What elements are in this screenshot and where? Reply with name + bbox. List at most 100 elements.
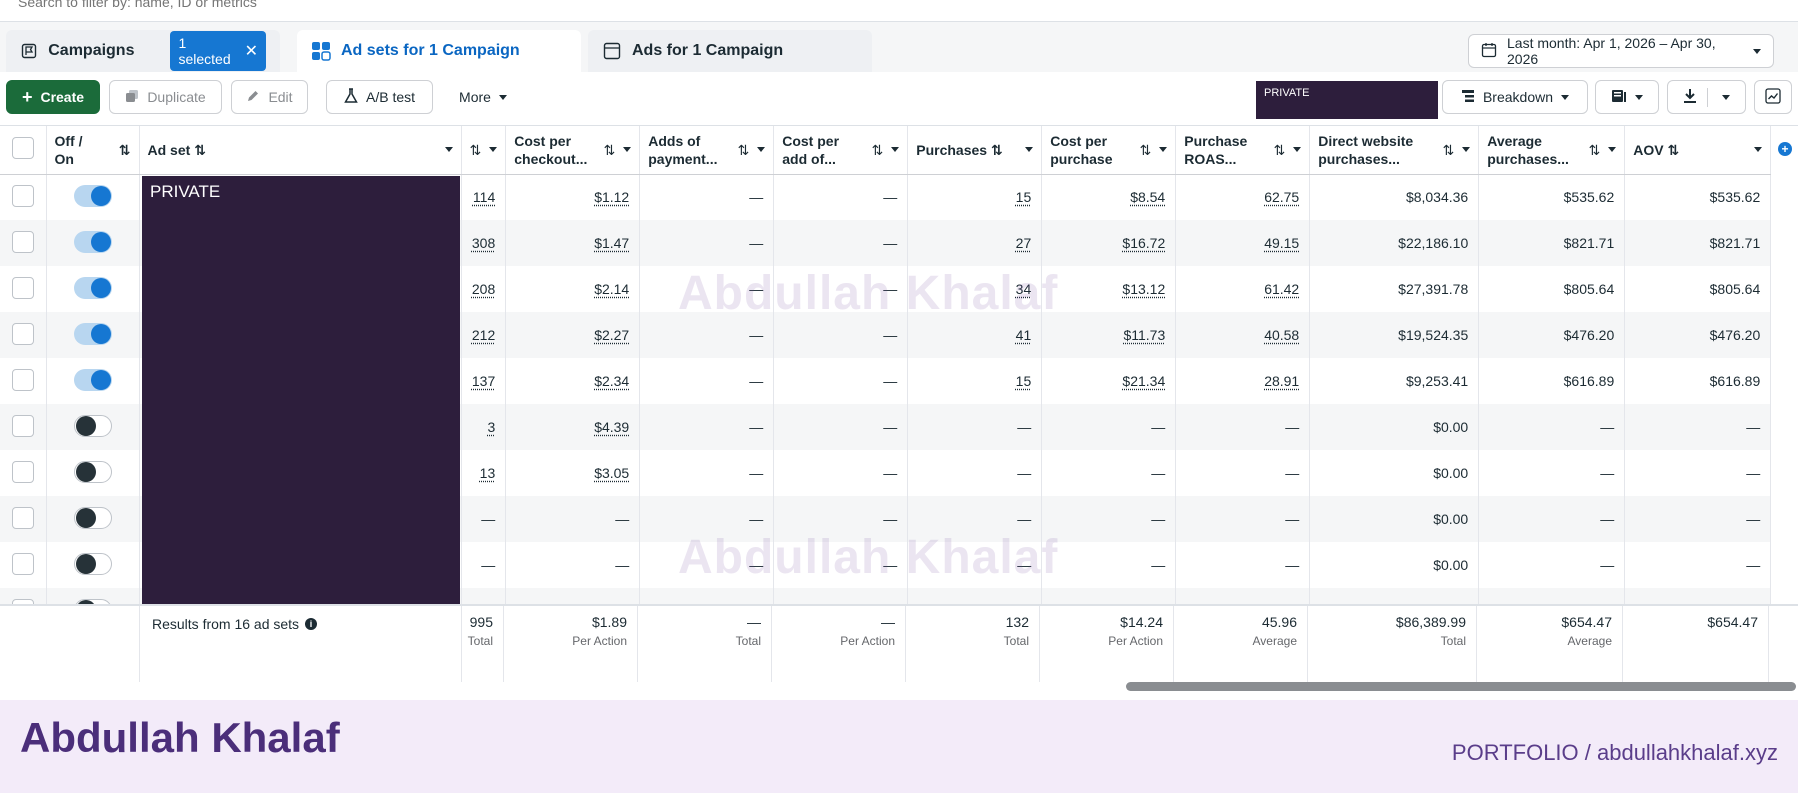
more-label: More	[459, 89, 491, 105]
ab-test-button[interactable]: A/B test	[326, 80, 433, 114]
delivery-toggle[interactable]	[73, 414, 112, 437]
chevron-down-icon[interactable]	[1159, 147, 1168, 153]
metric-cell: —	[639, 450, 775, 496]
selected-chip[interactable]: 1 selected ✕	[170, 31, 266, 71]
delivery-toggle[interactable]	[73, 184, 112, 207]
sort-icon[interactable]: ⇅	[1667, 142, 1679, 158]
col-aov[interactable]: AOV ⇅	[1624, 126, 1772, 175]
duplicate-button[interactable]: Duplicate	[109, 80, 222, 114]
sort-icon[interactable]: ⇅	[991, 142, 1003, 158]
chevron-down-icon[interactable]	[1025, 147, 1034, 153]
sort-icon[interactable]: ⇅	[1443, 141, 1455, 159]
delivery-toggle[interactable]	[73, 506, 112, 529]
chevron-down-icon[interactable]	[1754, 147, 1763, 153]
horizontal-scrollbar[interactable]	[1126, 682, 1796, 691]
col-cost-checkout[interactable]: Cost per checkout... ⇅	[505, 126, 641, 175]
row-checkbox[interactable]	[11, 414, 34, 437]
info-icon[interactable]: i	[305, 618, 318, 630]
metric-value: —	[1151, 557, 1166, 573]
metric-value: 137	[471, 373, 496, 389]
metric-value: —	[1151, 465, 1166, 481]
sort-icon[interactable]: ⇅	[738, 141, 750, 159]
col-off-on[interactable]: Off / On ⇅	[46, 126, 140, 175]
metric-value: —	[1151, 419, 1166, 435]
tab-adsets[interactable]: Ad sets for 1 Campaign	[297, 30, 581, 72]
chevron-down-icon[interactable]	[1293, 147, 1302, 153]
col-cost-add[interactable]: Cost per add of... ⇅	[773, 126, 909, 175]
chevron-down-icon[interactable]	[891, 147, 900, 153]
delivery-toggle[interactable]	[73, 460, 112, 483]
col-purchases[interactable]: Purchases ⇅	[907, 126, 1043, 175]
close-icon[interactable]: ✕	[245, 41, 258, 61]
row-checkbox[interactable]	[11, 460, 34, 483]
chevron-down-icon	[1753, 48, 1761, 54]
row-checkbox[interactable]	[11, 276, 34, 299]
row-checkbox[interactable]	[11, 230, 34, 253]
edit-button[interactable]: Edit	[231, 80, 308, 114]
row-checkbox[interactable]	[11, 552, 34, 575]
sort-icon[interactable]: ⇅	[470, 141, 482, 159]
col-ad-set[interactable]: Ad set ⇅	[139, 126, 462, 175]
chevron-down-icon[interactable]	[623, 147, 632, 153]
metric-cell: $821.71	[1478, 220, 1626, 266]
col-direct-label: Direct website purchases...	[1318, 132, 1414, 167]
sort-icon[interactable]: ⇅	[1274, 141, 1286, 159]
reports-button[interactable]	[1595, 80, 1659, 114]
col-avg[interactable]: Average purchases... ⇅	[1478, 126, 1626, 175]
watermark: Abdullah Khalaf	[678, 531, 1059, 584]
metric-value: $0.00	[1433, 557, 1469, 573]
export-button[interactable]	[1667, 80, 1746, 114]
tab-campaigns[interactable]: Campaigns 1 selected ✕	[6, 30, 280, 72]
sort-icon[interactable]: ⇅	[119, 141, 131, 159]
metric-value: —	[481, 557, 496, 573]
delivery-toggle[interactable]	[73, 368, 112, 391]
delivery-toggle[interactable]	[73, 276, 112, 299]
search-input[interactable]	[18, 0, 618, 10]
row-checkbox[interactable]	[11, 368, 34, 391]
delivery-toggle[interactable]	[73, 322, 112, 345]
chevron-down-icon[interactable]	[1608, 147, 1617, 153]
delivery-toggle[interactable]	[73, 552, 112, 575]
col-roas[interactable]: Purchase ROAS... ⇅	[1175, 126, 1311, 175]
total-cell: 995 Total	[461, 614, 493, 648]
sort-icon[interactable]: ⇅	[1589, 141, 1601, 159]
metric-value: $11.73	[1123, 327, 1166, 343]
col-cost-purchase[interactable]: Cost per purchase ⇅	[1041, 126, 1177, 175]
sort-icon[interactable]: ⇅	[194, 142, 206, 158]
delivery-toggle[interactable]	[73, 230, 112, 253]
flag-icon	[20, 41, 38, 61]
metric-value: —	[1746, 557, 1761, 573]
select-all-checkbox[interactable]	[11, 136, 34, 159]
add-column-icon[interactable]: +	[1778, 142, 1792, 156]
row-checkbox[interactable]	[11, 506, 34, 529]
total-cell: $14.24 Per Action	[1039, 614, 1163, 648]
metric-cell: —	[639, 404, 775, 450]
create-button[interactable]: + Create	[6, 80, 100, 114]
breakdown-icon	[1461, 89, 1475, 106]
chevron-down-icon[interactable]	[489, 147, 498, 153]
portfolio-footer: Abdullah Khalaf PORTFOLIO / abdullahkhal…	[0, 700, 1798, 793]
sort-icon[interactable]: ⇅	[872, 141, 884, 159]
date-range-picker[interactable]: Last month: Apr 1, 2026 – Apr 30, 2026	[1468, 34, 1774, 68]
chevron-down-icon[interactable]	[1462, 147, 1471, 153]
brand-name: Abdullah Khalaf	[20, 714, 340, 761]
col-results-partial[interactable]: ⇅	[461, 126, 507, 175]
toggle-knob	[75, 461, 96, 482]
sort-icon[interactable]: ⇅	[604, 141, 616, 159]
chevron-down-icon[interactable]	[757, 147, 766, 153]
tab-ads[interactable]: Ads for 1 Campaign	[588, 30, 872, 72]
col-avg-label: Average purchases...	[1487, 132, 1569, 167]
metric-cell: —	[1478, 450, 1626, 496]
breakdown-button[interactable]: Breakdown	[1442, 80, 1588, 114]
sort-icon[interactable]: ⇅	[1140, 141, 1152, 159]
chevron-down-icon[interactable]	[444, 147, 453, 153]
col-adds-payment[interactable]: Adds of payment... ⇅	[639, 126, 775, 175]
portfolio-link[interactable]: PORTFOLIO / abdullahkhalaf.xyz	[1452, 740, 1778, 766]
row-checkbox[interactable]	[11, 322, 34, 345]
col-direct[interactable]: Direct website purchases... ⇅	[1309, 126, 1480, 175]
metric-value: 212	[471, 327, 496, 343]
row-checkbox[interactable]	[11, 184, 34, 207]
total-label: Total	[735, 634, 761, 648]
more-button[interactable]: More	[448, 80, 518, 114]
charts-button[interactable]	[1754, 80, 1792, 114]
